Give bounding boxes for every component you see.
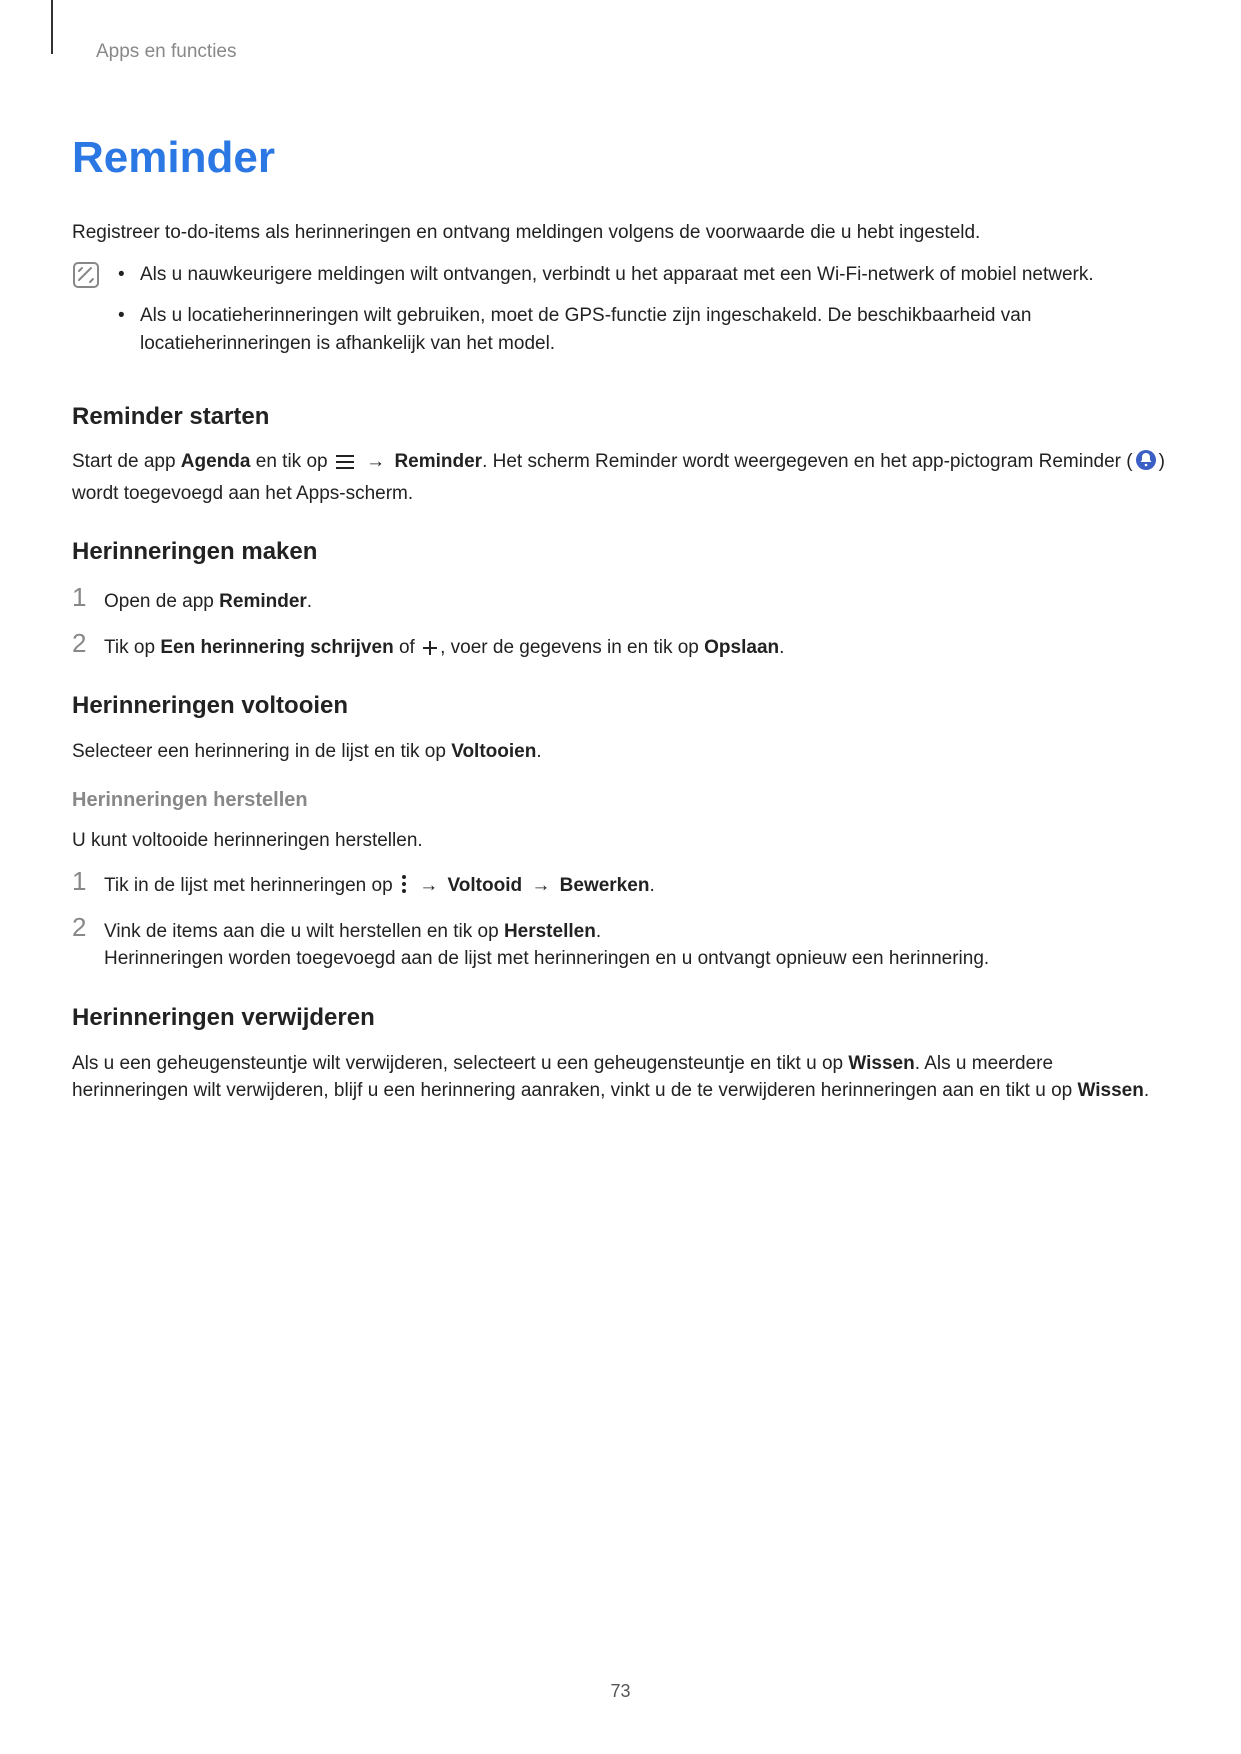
text: of (394, 637, 420, 658)
arrow-icon: → (366, 451, 385, 472)
bold: Bewerken (560, 875, 650, 896)
text: . (307, 591, 312, 612)
step-body: Tik op Een herinnering schrijven of , vo… (104, 630, 1169, 662)
text: Selecteer een herinnering in de lijst en… (72, 741, 451, 762)
header-rule (51, 0, 53, 54)
note-item: Als u locatieherinneringen wilt gebruike… (118, 302, 1169, 357)
section-heading-voltooien: Herinneringen voltooien (72, 689, 1169, 724)
step-number: 1 (72, 868, 92, 894)
herstellen-intro: U kunt voltooide herinneringen herstelle… (72, 827, 1169, 855)
bold: Reminder (219, 591, 307, 612)
bold: Wissen (848, 1053, 914, 1074)
step-body: Open de app Reminder. (104, 584, 1169, 616)
more-vert-icon (400, 874, 408, 894)
text: Als u een geheugensteuntje wilt verwijde… (72, 1053, 848, 1074)
text: . (779, 637, 784, 658)
arrow-icon: → (531, 875, 550, 896)
bell-icon (1135, 449, 1157, 480)
verwijderen-paragraph: Als u een geheugensteuntje wilt verwijde… (72, 1050, 1169, 1105)
step-number: 2 (72, 630, 92, 656)
step: 2 Tik op Een herinnering schrijven of , … (72, 630, 1169, 662)
section-heading-verwijderen: Herinneringen verwijderen (72, 1001, 1169, 1036)
text: Vink de items aan die u wilt herstellen … (104, 921, 504, 942)
step: 1 Tik in de lijst met herinneringen op →… (72, 868, 1169, 900)
steps-herstellen: 1 Tik in de lijst met herinneringen op →… (72, 868, 1169, 973)
note-list: Als u nauwkeurigere meldingen wilt ontva… (118, 261, 1169, 372)
bold: Voltooid (448, 875, 523, 896)
note-icon (72, 261, 100, 372)
bold: Een herinnering schrijven (160, 637, 393, 658)
text: . (596, 921, 601, 942)
step: 2 Vink de items aan die u wilt herstelle… (72, 914, 1169, 973)
intro-text: Registreer to-do-items als herinneringen… (72, 219, 1169, 247)
plus-icon (422, 640, 438, 656)
step-body: Vink de items aan die u wilt herstellen … (104, 914, 1169, 973)
text: . (649, 875, 654, 896)
step-number: 2 (72, 914, 92, 940)
note-item: Als u nauwkeurigere meldingen wilt ontva… (118, 261, 1169, 289)
step-number: 1 (72, 584, 92, 610)
breadcrumb: Apps en functies (96, 38, 1169, 66)
arrow-icon: → (419, 875, 438, 896)
note-block: Als u nauwkeurigere meldingen wilt ontva… (72, 261, 1169, 372)
step-body: Tik in de lijst met herinneringen op → V… (104, 868, 1169, 900)
document-page: Apps en functies Reminder Registreer to-… (0, 0, 1241, 1754)
subheading-herstellen: Herinneringen herstellen (72, 786, 1169, 815)
bold: Opslaan (704, 637, 779, 658)
text: Open de app (104, 591, 219, 612)
text: Herinneringen worden toegevoegd aan de l… (104, 948, 989, 969)
text: Tik in de lijst met herinneringen op (104, 875, 398, 896)
menu-icon (335, 454, 355, 470)
text: . (1144, 1080, 1149, 1101)
page-number: 73 (0, 1678, 1241, 1704)
bold: Voltooien (451, 741, 536, 762)
text: . (536, 741, 541, 762)
page-title: Reminder (72, 126, 1169, 190)
text: en tik op (250, 451, 332, 472)
bold: Herstellen (504, 921, 596, 942)
bold-agenda: Agenda (181, 451, 251, 472)
section-heading-start: Reminder starten (72, 400, 1169, 435)
voltooien-paragraph: Selecteer een herinnering in de lijst en… (72, 738, 1169, 766)
bold-reminder: Reminder (394, 451, 482, 472)
text: Start de app (72, 451, 181, 472)
steps-maken: 1 Open de app Reminder. 2 Tik op Een her… (72, 584, 1169, 661)
start-paragraph: Start de app Agenda en tik op → Reminder… (72, 448, 1169, 507)
text: , voer de gegevens in en tik op (440, 637, 704, 658)
section-heading-maken: Herinneringen maken (72, 535, 1169, 570)
step: 1 Open de app Reminder. (72, 584, 1169, 616)
text: . Het scherm Reminder wordt weergegeven … (482, 451, 1133, 472)
bold: Wissen (1078, 1080, 1144, 1101)
text: Tik op (104, 637, 160, 658)
